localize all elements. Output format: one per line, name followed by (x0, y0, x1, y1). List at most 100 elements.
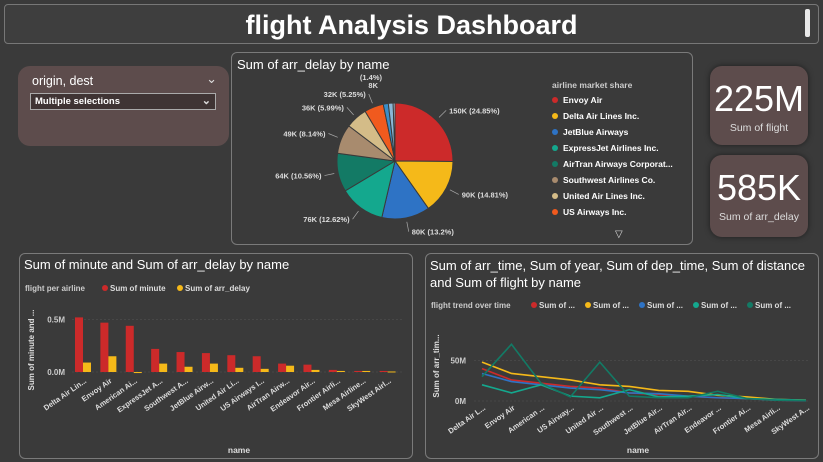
bar (336, 370, 345, 372)
kpi-caption: Sum of flight (729, 122, 789, 134)
chevron-down-icon[interactable]: ⌄ (206, 71, 217, 87)
legend-item[interactable]: Southwest Airlines Co. (552, 172, 673, 188)
line-y-axis-label: Sum of arr_tim... (432, 334, 441, 397)
legend-item[interactable]: JetBlue Airways (552, 124, 673, 140)
pie-leader-line (368, 93, 373, 104)
bar (125, 325, 134, 372)
line-legend-marker (747, 302, 753, 308)
legend-item[interactable]: United Air Lines Inc. (552, 188, 673, 204)
title-bar: flight Analysis Dashboard (4, 4, 819, 44)
line-legend-label: Sum of ... (701, 301, 737, 310)
scrollbar[interactable] (805, 9, 810, 37)
legend-marker (552, 193, 558, 199)
pie-data-label: 8K (368, 81, 378, 90)
bar-chart-card: Sum of minute and Sum of arr_delay by na… (19, 253, 413, 459)
line-chart-card: Sum of arr_time, Sum of year, Sum of dep… (425, 253, 819, 459)
line-legend-marker (585, 302, 591, 308)
legend-item[interactable]: ExpressJet Airlines Inc. (552, 140, 673, 156)
line-legend-marker (639, 302, 645, 308)
bar (100, 322, 109, 372)
legend-label: JetBlue Airways (563, 127, 629, 137)
line-legend-label: Sum of ... (755, 301, 791, 310)
line-chart: flight trend over time Sum of ... Sum of .… (431, 301, 811, 455)
dropdown-arrow-icon[interactable]: ⌄ (202, 94, 211, 107)
pie-leader-line (346, 107, 354, 116)
legend-item[interactable]: US Airways Inc. (552, 204, 673, 220)
slicer-dropdown[interactable]: Multiple selections ⌄ (30, 93, 216, 110)
pie-leader-line (352, 210, 359, 220)
legend-item[interactable]: Envoy Air (552, 92, 673, 108)
kpi-value: 585K (716, 167, 802, 208)
line-series (481, 367, 807, 402)
legend-marker (552, 145, 558, 151)
bar (75, 317, 83, 372)
bar (201, 353, 210, 372)
bar-y-tick: 0.0M (47, 368, 65, 377)
line-legend-marker (693, 302, 699, 308)
bar (286, 365, 295, 372)
bar (227, 355, 236, 372)
bar (252, 356, 261, 372)
line-legend-marker (531, 302, 537, 308)
legend-scroll-down-icon[interactable]: ▽ (615, 229, 623, 240)
legend-label: Delta Air Lines Inc. (563, 111, 640, 121)
pie-data-label: 90K (14.81%) (462, 190, 509, 199)
pie-leader-line (406, 221, 410, 232)
bar (311, 369, 320, 372)
bar (184, 366, 193, 372)
bar (133, 372, 142, 374)
legend-item[interactable]: Delta Air Lines Inc. (552, 108, 673, 124)
page-title: flight Analysis Dashboard (245, 10, 578, 40)
bar (328, 369, 337, 372)
bar (83, 362, 91, 372)
pie-legend-title: airline market share (552, 80, 633, 90)
bar (235, 367, 244, 372)
bar-y-axis-label: Sum of minute and ... (27, 310, 36, 391)
legend-label: ExpressJet Airlines Inc. (563, 143, 659, 153)
bar (379, 370, 388, 372)
pie-leader-line (324, 173, 335, 176)
line-y-tick: 50M (450, 357, 466, 366)
pie-data-label: 76K (12.62%) (303, 215, 350, 224)
bar-chart: flight per airline Sum of minute Sum of ar… (25, 284, 402, 455)
pie-data-label: 64K (10.56%) (275, 172, 322, 181)
legend-marker (552, 129, 558, 135)
legend-marker (552, 113, 558, 119)
pie-legend: Envoy Air Delta Air Lines Inc. JetBlue Air… (552, 92, 673, 220)
bar-legend-label: Sum of minute (110, 284, 166, 293)
line-legend-label: Sum of ... (593, 301, 629, 310)
legend-marker (552, 209, 558, 215)
line-legend-title: flight trend over time (431, 301, 511, 310)
pie-data-label: 150K (24.85%) (449, 106, 500, 115)
bar (151, 348, 160, 372)
bar-legend-title: flight per airline (25, 284, 86, 293)
legend-marker (552, 97, 558, 103)
line-x-axis-label: name (627, 445, 649, 455)
pie-data-label: 80K (13.2%) (412, 228, 455, 237)
origin-dest-slicer[interactable]: origin, dest ⌄ Multiple selections ⌄ (18, 66, 229, 146)
bar (260, 368, 269, 372)
bar (108, 356, 117, 372)
kpi-sum-of-flight: 225M Sum of flight (710, 66, 808, 145)
legend-marker (552, 161, 558, 167)
legend-marker (552, 177, 558, 183)
bar-legend-marker (102, 285, 108, 291)
bar (159, 363, 168, 372)
slicer-selection: Multiple selections (35, 96, 120, 107)
legend-item[interactable]: AirTran Airways Corporat... (552, 156, 673, 172)
bar-legend-marker (177, 285, 183, 291)
line-series (481, 343, 807, 402)
legend-label: Envoy Air (563, 95, 603, 105)
slicer-label: origin, dest (32, 74, 94, 88)
bar (176, 352, 185, 372)
kpi-caption: Sum of arr_delay (719, 211, 799, 223)
pie-data-label: 49K (8.14%) (283, 129, 326, 138)
bar (362, 370, 371, 372)
pie-data-label: 32K (5.25%) (324, 90, 367, 99)
bar (209, 363, 218, 372)
bar (303, 364, 312, 372)
bar-legend-label: Sum of arr_delay (185, 284, 250, 293)
kpi-sum-of-arr-delay: 585K Sum of arr_delay (710, 155, 808, 237)
line-legend-label: Sum of ... (647, 301, 683, 310)
legend-label: United Air Lines Inc. (563, 191, 645, 201)
